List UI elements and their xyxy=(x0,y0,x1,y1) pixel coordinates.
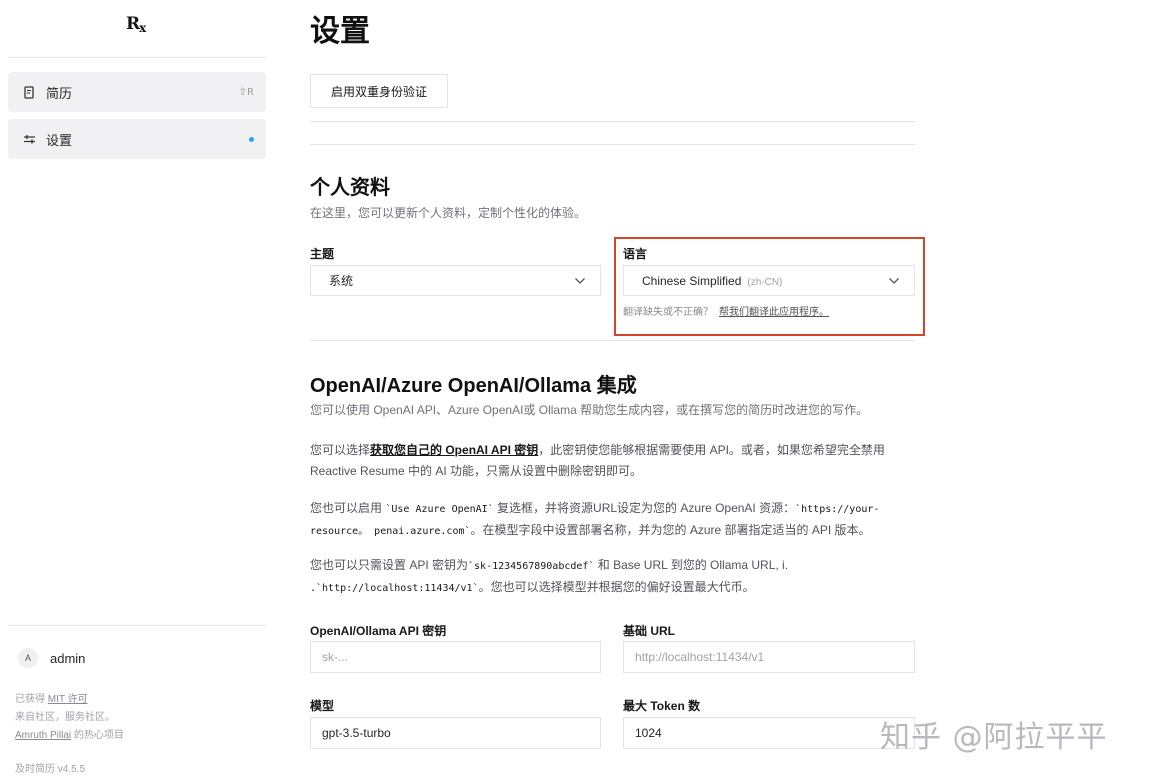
sidebar-item-settings[interactable]: 设置 xyxy=(8,119,266,159)
active-indicator xyxy=(249,136,254,142)
user-menu[interactable]: A admin xyxy=(18,648,85,668)
profile-section-title: 个人资料 xyxy=(310,177,390,199)
avatar: A xyxy=(18,648,38,668)
theme-label: 主题 xyxy=(310,247,335,261)
sidebar-divider xyxy=(8,625,266,626)
author-suffix: 的热心项目 xyxy=(71,730,124,741)
watermark: 知乎 @阿拉平平 xyxy=(880,720,1108,755)
enable-2fa-button[interactable]: 启用双重身份验证 xyxy=(310,74,448,108)
app-logo[interactable]: Rx xyxy=(126,14,146,35)
get-api-key-link[interactable]: 获取您自己的 OpenAI API 密钥 xyxy=(370,443,538,457)
model-input[interactable]: gpt-3.5-turbo xyxy=(310,717,601,749)
community-text: 来自社区，服务社区。 xyxy=(15,712,115,723)
openai-paragraph-2: 您也可以启用 `Use Azure OpenAI` 复选框，并将资源URL设定为… xyxy=(310,501,880,537)
sliders-icon xyxy=(22,132,36,146)
sidebar-item-label: 设置 xyxy=(46,132,73,148)
max-tokens-label: 最大 Token 数 xyxy=(623,699,701,713)
highlight-box xyxy=(614,237,925,336)
openai-paragraph-3: 您也可以只需设置 API 密钥为`sk-1234567890abcdef` 和 … xyxy=(310,558,789,594)
page-title: 设置 xyxy=(310,15,370,48)
base-url-input[interactable]: http://localhost:11434/v1 xyxy=(623,641,915,673)
license-link[interactable]: MIT 许可 xyxy=(48,694,88,705)
app-version: 及时简历 v4.5.5 xyxy=(15,764,86,775)
keyboard-shortcut: ⇧R xyxy=(238,86,254,98)
max-tokens-input[interactable]: 1024 xyxy=(623,717,915,749)
chevron-down-icon xyxy=(574,274,586,288)
divider xyxy=(310,340,915,341)
openai-section-subtitle: 您可以使用 OpenAI API、Azure OpenAI或 Ollama 帮助… xyxy=(310,403,869,417)
theme-select[interactable]: 系统 xyxy=(310,265,601,296)
openai-section-title: OpenAI/Azure OpenAI/Ollama 集成 xyxy=(310,375,637,397)
user-name: admin xyxy=(50,650,86,666)
sidebar-divider xyxy=(8,57,266,58)
openai-paragraph-1: 您可以选择获取您自己的 OpenAI API 密钥，此密钥使您能够根据需要使用 … xyxy=(310,443,885,478)
model-label: 模型 xyxy=(310,699,335,713)
document-icon xyxy=(22,85,36,99)
base-url-label: 基础 URL xyxy=(623,624,675,638)
author-link[interactable]: Amruth Pillai xyxy=(15,730,71,741)
divider xyxy=(310,144,915,145)
license-text: 已获得 xyxy=(15,694,48,705)
theme-value: 系统 xyxy=(329,274,354,288)
sidebar: Rx 简历 ⇧R 设置 A admin 已获得 MIT 许可 来自社区，服务社区… xyxy=(0,0,274,780)
profile-section-subtitle: 在这里，您可以更新个人资料，定制个性化的体验。 xyxy=(310,206,587,220)
sidebar-item-label: 简历 xyxy=(46,85,73,101)
sidebar-item-resumes[interactable]: 简历 ⇧R xyxy=(8,72,266,112)
api-key-label: OpenAI/Ollama API 密钥 xyxy=(310,624,447,638)
divider xyxy=(310,121,915,122)
sidebar-footer: 已获得 MIT 许可 来自社区，服务社区。 Amruth Pillai 的热心项… xyxy=(15,691,124,745)
api-key-input[interactable]: sk-... xyxy=(310,641,601,673)
